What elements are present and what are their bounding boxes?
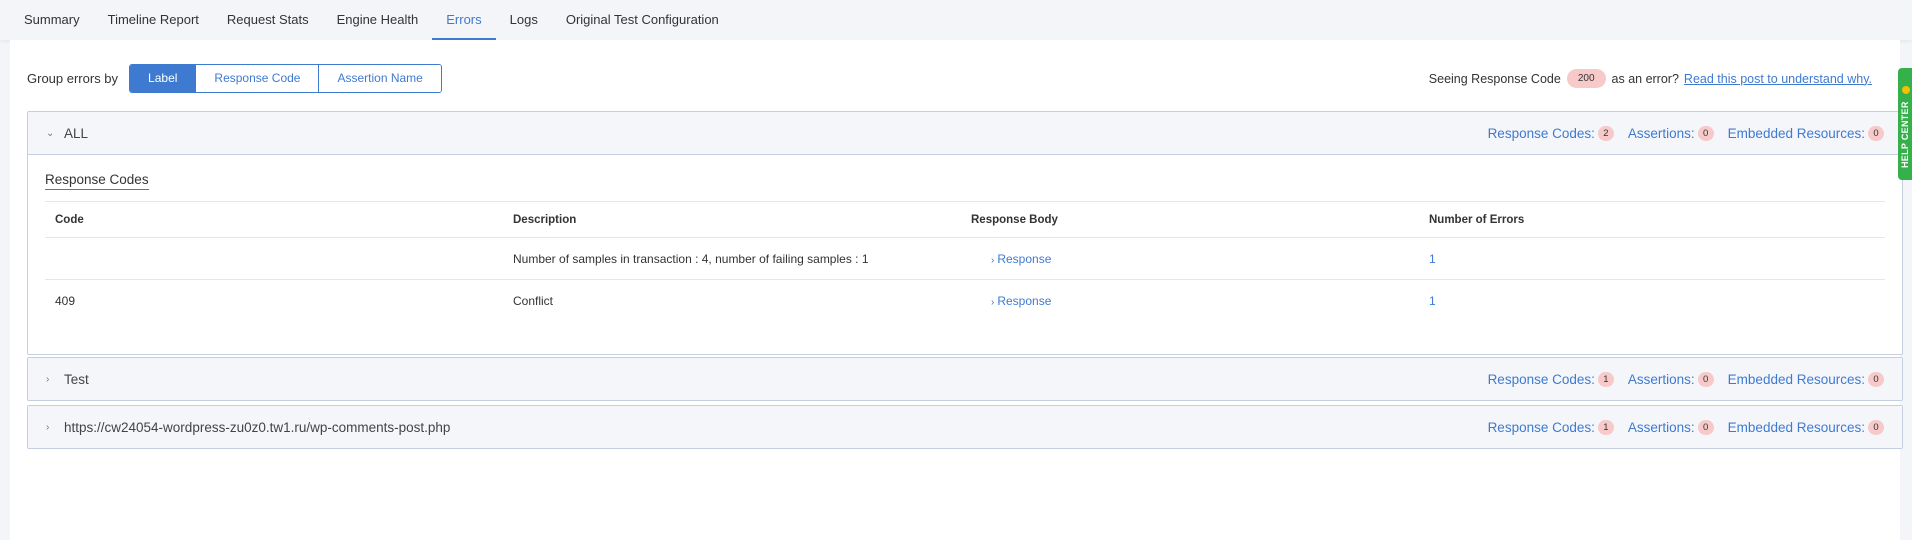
help-center-label: HELP CENTER (1900, 101, 1910, 168)
error-group-body: Response Codes Code Description Response… (28, 154, 1902, 354)
response-codes-label: Response Codes: (1487, 125, 1595, 141)
chevron-right-icon: › (46, 421, 50, 433)
embedded-resources-count[interactable]: Embedded Resources: 0 (1727, 419, 1884, 435)
read-post-link[interactable]: Read this post to understand why. (1684, 72, 1872, 86)
cell-description: Number of samples in transaction : 4, nu… (513, 251, 869, 266)
group-by-response-code-button[interactable]: Response Code (195, 64, 319, 92)
table-row: Number of samples in transaction : 4, nu… (45, 238, 1885, 280)
embedded-resources-badge: 0 (1868, 419, 1884, 435)
help-center-tab[interactable]: HELP CENTER (1898, 68, 1912, 180)
error-group-title: Test (64, 371, 89, 387)
embedded-resources-label: Embedded Resources: (1727, 125, 1865, 141)
tab-engine-health[interactable]: Engine Health (323, 0, 433, 40)
cell-number-of-errors: 1 (1429, 251, 1436, 266)
tab-summary[interactable]: Summary (10, 0, 94, 40)
table-row: 409 Conflict › Response 1 (45, 280, 1885, 322)
assertions-badge: 0 (1697, 125, 1714, 141)
help-center-icon (1902, 86, 1910, 94)
response-link-label: Response (997, 293, 1052, 308)
group-errors-label: Group errors by (27, 70, 119, 86)
response-codes-badge: 1 (1597, 371, 1614, 387)
embedded-resources-label: Embedded Resources: (1727, 371, 1865, 387)
response-codes-badge: 1 (1597, 419, 1614, 435)
error-group-counts: Response Codes: 1 Assertions: 0 Embedded… (1474, 371, 1884, 387)
embedded-resources-label: Embedded Resources: (1727, 419, 1865, 435)
cell-response-body: › Response (961, 238, 1419, 280)
cell-code (45, 238, 503, 280)
response-link-label: Response (997, 251, 1052, 266)
chevron-right-icon: › (46, 373, 50, 385)
tab-original-test-configuration[interactable]: Original Test Configuration (552, 0, 733, 40)
response-link[interactable]: › Response (971, 294, 1051, 308)
report-tabs: Summary Timeline Report Request Stats En… (0, 0, 1912, 40)
response-codes-label: Response Codes: (1487, 419, 1595, 435)
tab-logs[interactable]: Logs (496, 0, 552, 40)
notice-prefix: Seeing Response Code (1428, 71, 1561, 86)
response-codes-subheading: Response Codes (45, 172, 149, 190)
response-link[interactable]: › Response (971, 252, 1051, 266)
response-codes-count[interactable]: Response Codes: 1 (1487, 419, 1614, 435)
assertions-label: Assertions: (1627, 371, 1695, 387)
embedded-resources-count[interactable]: Embedded Resources: 0 (1727, 125, 1884, 141)
notice-code-badge: 200 (1566, 69, 1606, 88)
group-errors-bar: Group errors by Label Response Code Asse… (27, 63, 442, 93)
column-header-code: Code (55, 213, 84, 226)
group-by-label-button[interactable]: Label (130, 64, 196, 92)
assertions-badge: 0 (1697, 419, 1714, 435)
column-header-number-of-errors: Number of Errors (1429, 213, 1525, 226)
cell-description: Conflict (513, 293, 554, 308)
error-group-all: ⌄ ALL Response Codes: 2 Assertions: 0 Em… (27, 111, 1903, 355)
assertions-label: Assertions: (1627, 419, 1695, 435)
response-codes-count[interactable]: Response Codes: 1 (1487, 371, 1614, 387)
embedded-resources-badge: 0 (1868, 371, 1884, 387)
embedded-resources-count[interactable]: Embedded Resources: 0 (1727, 371, 1884, 387)
tab-request-stats[interactable]: Request Stats (213, 0, 323, 40)
group-by-assertion-name-button[interactable]: Assertion Name (318, 64, 441, 92)
cell-response-body: › Response (961, 280, 1419, 322)
assertions-count[interactable]: Assertions: 0 (1627, 125, 1714, 141)
assertions-count[interactable]: Assertions: 0 (1627, 419, 1714, 435)
assertions-count[interactable]: Assertions: 0 (1627, 371, 1714, 387)
error-group-counts: Response Codes: 1 Assertions: 0 Embedded… (1474, 419, 1884, 435)
error-group-title: https://cw24054-wordpress-zu0z0.tw1.ru/w… (64, 419, 451, 435)
assertions-badge: 0 (1697, 371, 1714, 387)
column-header-response-body: Response Body (971, 213, 1058, 226)
notice-suffix: as an error? (1611, 71, 1679, 86)
cell-number-of-errors: 1 (1429, 293, 1436, 308)
error-group-header[interactable]: ⌄ ALL Response Codes: 2 Assertions: 0 Em… (28, 112, 1902, 154)
response-codes-badge: 2 (1597, 125, 1614, 141)
assertions-label: Assertions: (1627, 125, 1695, 141)
response-codes-count[interactable]: Response Codes: 2 (1487, 125, 1614, 141)
error-group-counts: Response Codes: 2 Assertions: 0 Embedded… (1474, 125, 1884, 141)
column-header-description: Description (513, 213, 577, 226)
chevron-right-icon: › (991, 296, 995, 308)
group-by-toggle: Label Response Code Assertion Name (129, 63, 442, 93)
response-codes-label: Response Codes: (1487, 371, 1595, 387)
tab-timeline-report[interactable]: Timeline Report (94, 0, 213, 40)
response-codes-table: Code Description Response Body Number of… (45, 201, 1885, 322)
error-group-test: › Test Response Codes: 1 Assertions: 0 E… (27, 357, 1903, 401)
cell-code: 409 (55, 293, 76, 308)
chevron-down-icon: ⌄ (46, 127, 55, 139)
error-group-header[interactable]: › Test Response Codes: 1 Assertions: 0 E… (28, 358, 1902, 400)
tab-errors[interactable]: Errors (432, 0, 497, 40)
embedded-resources-badge: 0 (1868, 125, 1884, 141)
error-group-url: › https://cw24054-wordpress-zu0z0.tw1.ru… (27, 405, 1903, 449)
error-group-title: ALL (64, 125, 89, 141)
error-group-header[interactable]: › https://cw24054-wordpress-zu0z0.tw1.ru… (28, 406, 1902, 448)
response-code-notice: Seeing Response Code 200 as an error? Re… (1429, 69, 1872, 88)
errors-panel: Group errors by Label Response Code Asse… (10, 40, 1903, 540)
chevron-right-icon: › (991, 254, 995, 266)
